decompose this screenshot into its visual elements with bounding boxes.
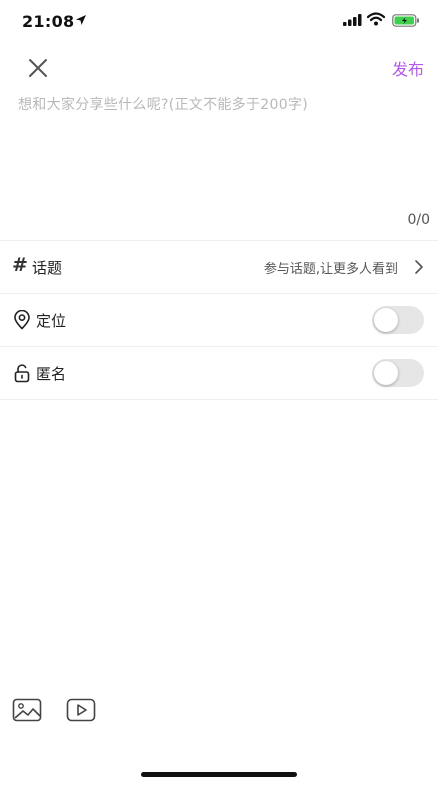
location-toggle[interactable] <box>372 306 424 334</box>
image-icon[interactable] <box>12 698 42 722</box>
toggle-knob <box>374 308 398 332</box>
video-icon[interactable] <box>66 698 96 722</box>
anonymous-label: 匿名 <box>36 365 67 383</box>
unlock-icon <box>14 364 30 383</box>
location-pin-icon <box>14 310 30 330</box>
status-bar: 21:08 <box>0 0 438 44</box>
topic-label: 话题 <box>32 259 63 277</box>
signal-icon <box>343 14 362 26</box>
top-nav: 发布 <box>0 46 438 90</box>
anonymous-row: 匿名 <box>0 346 438 400</box>
anonymous-toggle[interactable] <box>372 359 424 387</box>
publish-button[interactable]: 发布 <box>392 56 424 80</box>
toggle-knob <box>374 361 398 385</box>
topic-row[interactable]: # 话题 参与话题,让更多人看到 <box>0 240 438 293</box>
character-counter: 0/0 <box>407 212 430 228</box>
hash-icon: # <box>12 254 28 276</box>
location-row: 定位 <box>0 293 438 346</box>
close-icon[interactable] <box>26 56 50 80</box>
post-content-input[interactable] <box>18 94 422 214</box>
home-indicator <box>141 772 297 777</box>
topic-hint: 参与话题,让更多人看到 <box>263 262 398 277</box>
battery-icon <box>392 14 419 27</box>
chevron-right-icon <box>415 260 423 274</box>
wifi-icon <box>367 12 385 26</box>
status-time: 21:08 <box>22 12 75 31</box>
location-arrow-icon <box>76 15 86 25</box>
location-label: 定位 <box>36 312 67 330</box>
